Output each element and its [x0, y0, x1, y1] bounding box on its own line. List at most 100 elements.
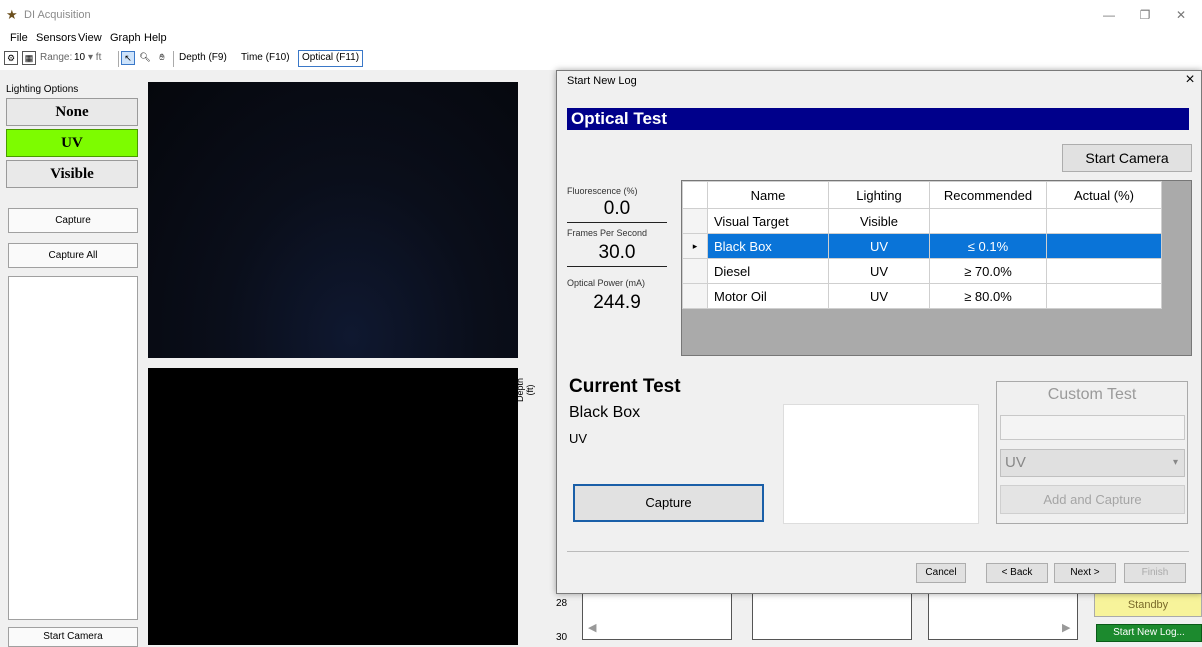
table-row[interactable]: Visual Target Visible: [682, 208, 1162, 234]
next-button[interactable]: Next >: [1054, 563, 1116, 583]
menu-view[interactable]: View: [78, 32, 102, 44]
range-unit-dropdown[interactable]: ▾ ft: [88, 52, 101, 63]
finish-button[interactable]: Finish: [1124, 563, 1186, 583]
cell-lighting: UV: [828, 283, 930, 309]
pointer-icon[interactable]: ↖: [121, 51, 135, 65]
cell-recommended: ≤ 0.1%: [929, 233, 1047, 259]
cell-name: Diesel: [707, 258, 829, 284]
optical-power-value: 244.9: [593, 292, 641, 313]
settings-icon[interactable]: ⚙: [4, 51, 18, 65]
range-label: Range:: [40, 52, 73, 63]
fluorescence-label: Fluorescence (%): [567, 186, 638, 196]
toolbar-separator: [118, 51, 119, 67]
menu-bar: [0, 30, 1202, 48]
custom-test-lighting-select[interactable]: UV ▾: [1000, 449, 1185, 477]
title-bar: [0, 0, 1202, 30]
minimize-button[interactable]: —: [1094, 6, 1124, 24]
column-header-lighting[interactable]: Lighting: [828, 181, 930, 209]
maximize-button[interactable]: ❐: [1130, 6, 1160, 24]
capture-all-button[interactable]: Capture All: [8, 243, 138, 268]
custom-test-lighting-value: UV: [1005, 454, 1026, 471]
cell-name: Black Box: [707, 233, 829, 259]
current-test-name: Black Box: [569, 404, 641, 421]
window-title: DI Acquisition: [24, 9, 91, 21]
close-window-button[interactable]: ✕: [1166, 6, 1196, 24]
optical-test-grid[interactable]: Name Lighting Recommended Actual (%) Vis…: [681, 180, 1192, 356]
current-test-capture-button[interactable]: Capture: [573, 484, 764, 522]
column-header-name[interactable]: Name: [707, 181, 829, 209]
status-standby: Standby: [1094, 593, 1202, 617]
scroll-right-icon[interactable]: ▶: [1062, 621, 1070, 634]
add-and-capture-button[interactable]: Add and Capture: [1000, 485, 1185, 514]
cancel-button[interactable]: Cancel: [916, 563, 966, 583]
graph-track-2: [752, 590, 912, 640]
capture-button[interactable]: Capture: [8, 208, 138, 233]
start-camera-button[interactable]: Start Camera: [8, 627, 138, 647]
table-row[interactable]: Diesel UV ≥ 70.0%: [682, 258, 1162, 284]
column-header-actual[interactable]: Actual (%): [1046, 181, 1162, 209]
cell-lighting: Visible: [828, 208, 930, 234]
depth-tick-label: 28: [556, 598, 568, 609]
dialog-start-camera-button[interactable]: Start Camera: [1062, 144, 1192, 172]
custom-test-name-input[interactable]: [1000, 415, 1185, 440]
table-row-selected[interactable]: ▸ Black Box UV ≤ 0.1%: [682, 233, 1162, 259]
view-depth-button[interactable]: Depth (F9): [179, 52, 227, 63]
metric-divider: [567, 222, 667, 223]
pan-hand-icon[interactable]: ✋︎: [155, 51, 169, 65]
cell-actual: [1046, 283, 1162, 309]
lighting-none-button[interactable]: None: [6, 98, 138, 126]
fluorescence-value: 0.0: [603, 198, 631, 219]
back-button[interactable]: < Back: [986, 563, 1048, 583]
menu-help[interactable]: Help: [144, 32, 167, 44]
selected-row-arrow-icon[interactable]: ▸: [682, 233, 708, 259]
fps-value: 30.0: [598, 242, 636, 263]
capture-list[interactable]: [8, 276, 138, 620]
range-value[interactable]: 10: [74, 52, 85, 63]
cell-actual: [1046, 208, 1162, 234]
cell-name: Visual Target: [707, 208, 829, 234]
row-selector[interactable]: [682, 208, 708, 234]
capture-preview: [783, 404, 979, 524]
graph-track-1: [582, 590, 732, 640]
cell-actual: [1046, 258, 1162, 284]
dialog-title: Start New Log: [567, 75, 637, 87]
custom-test-title: Custom Test: [1047, 386, 1137, 403]
cell-recommended: ≥ 80.0%: [929, 283, 1047, 309]
table-row[interactable]: Motor Oil UV ≥ 80.0%: [682, 283, 1162, 309]
column-header-recommended[interactable]: Recommended: [929, 181, 1047, 209]
app-icon: ★: [6, 7, 18, 22]
cell-name: Motor Oil: [707, 283, 829, 309]
menu-file[interactable]: File: [10, 32, 28, 44]
toolbar-separator: [173, 51, 174, 67]
lighting-options-label: Lighting Options: [6, 84, 79, 95]
live-camera-view: [148, 82, 518, 358]
dialog-header: Optical Test: [567, 108, 1189, 130]
captured-image-view: [148, 368, 518, 645]
optical-power-label: Optical Power (mA): [567, 278, 646, 288]
zoom-icon[interactable]: 🔍︎: [138, 51, 152, 65]
cell-actual: [1046, 233, 1162, 259]
current-test-lighting: UV: [569, 431, 588, 446]
dialog-close-icon[interactable]: ×: [1180, 70, 1200, 90]
row-selector[interactable]: [682, 283, 708, 309]
graph-track-3: [928, 590, 1078, 640]
cell-lighting: UV: [828, 258, 930, 284]
start-new-log-button[interactable]: Start New Log...: [1096, 624, 1202, 642]
cell-recommended: [929, 208, 1047, 234]
table-header-row: Name Lighting Recommended Actual (%): [682, 181, 1162, 209]
current-test-title: Current Test: [569, 376, 681, 397]
lighting-visible-button[interactable]: Visible: [6, 160, 138, 188]
calendar-icon[interactable]: ▦: [22, 51, 36, 65]
view-time-button[interactable]: Time (F10): [241, 52, 290, 63]
scroll-left-icon[interactable]: ◀: [588, 621, 596, 634]
menu-graph[interactable]: Graph: [110, 32, 141, 44]
fps-label: Frames Per Second: [567, 228, 648, 238]
menu-sensors[interactable]: Sensors: [36, 32, 76, 44]
chevron-down-icon: ▾: [1172, 457, 1178, 468]
view-optical-button[interactable]: Optical (F11): [298, 50, 364, 67]
cell-lighting: UV: [828, 233, 930, 259]
dialog-footer-divider: [567, 551, 1189, 552]
lighting-uv-button[interactable]: UV: [6, 129, 138, 157]
depth-tick-label: 30: [556, 632, 568, 643]
row-selector[interactable]: [682, 258, 708, 284]
